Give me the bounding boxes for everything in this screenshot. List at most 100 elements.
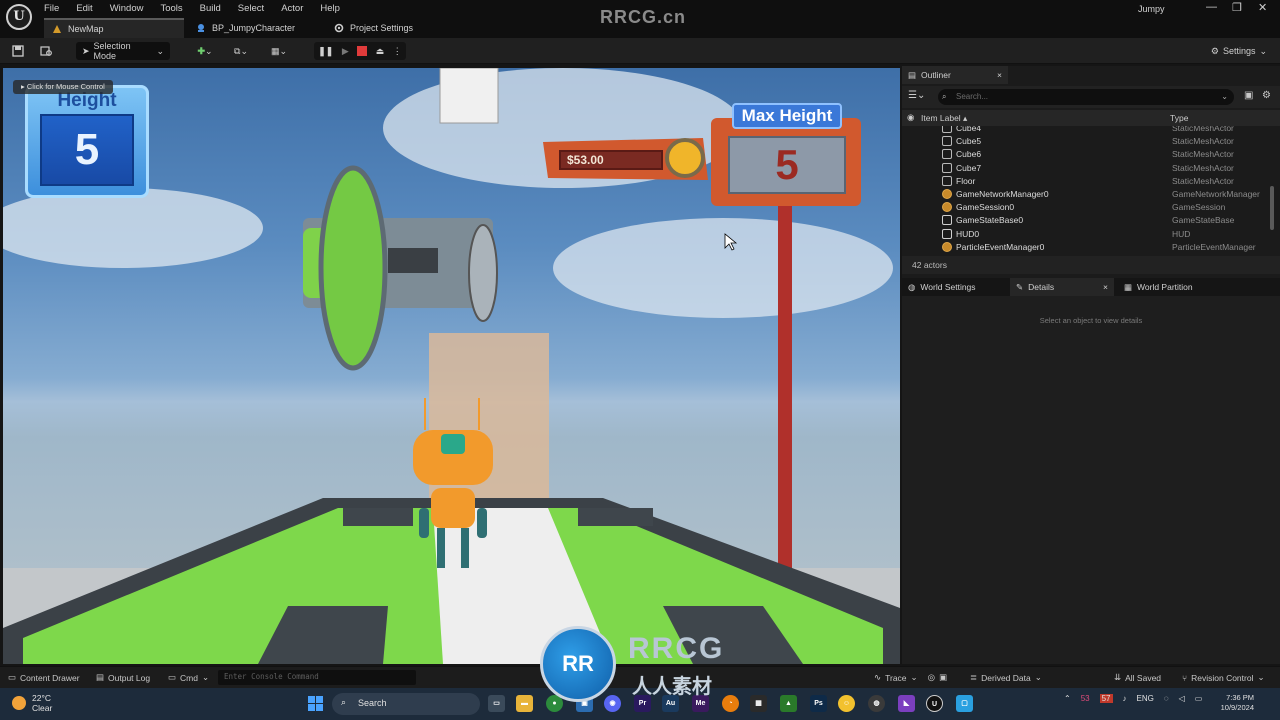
cloud <box>553 218 893 318</box>
step-icon[interactable]: ▶ <box>342 46 349 57</box>
task-view-icon[interactable]: ▭ <box>488 695 505 712</box>
revision-control-dropdown[interactable]: ⑂ Revision Control ⌄ <box>1182 672 1265 683</box>
github-icon[interactable]: ◍ <box>868 695 885 712</box>
close-button[interactable]: ✕ <box>1258 1 1267 14</box>
menu-window[interactable]: Window <box>110 2 153 16</box>
watermark-logo: RR RRCG 人人素材 <box>540 626 744 702</box>
volume-icon[interactable]: ◁ <box>1179 694 1185 703</box>
filter-icon[interactable]: ☰⌄ <box>908 90 925 101</box>
visibility-eye-icon[interactable]: ◉ <box>907 112 914 123</box>
weather-widget[interactable]: 22°C Clear <box>12 693 52 713</box>
outliner-list: Cube4 StaticMeshActor Cube5 StaticMeshActor… <box>902 126 1280 252</box>
screenshot-icon[interactable]: ▣ <box>939 672 947 683</box>
tab-newmap[interactable]: NewMap <box>44 18 184 38</box>
microphone-icon[interactable]: ♪ <box>1123 694 1127 703</box>
close-icon[interactable]: × <box>1103 282 1108 292</box>
outliner-row-label: Cube5 <box>956 136 982 147</box>
chevron-up-icon[interactable]: ⌃ <box>1064 694 1071 703</box>
taskbar-clock[interactable]: 7:36 PM 10/9/2024 <box>1212 693 1254 713</box>
menu-actor[interactable]: Actor <box>281 2 312 16</box>
menu-build[interactable]: Build <box>200 2 230 16</box>
outliner-row-type: HUD <box>1172 228 1191 239</box>
column-type[interactable]: Type <box>1170 113 1188 123</box>
app-icon[interactable]: ▢ <box>956 695 973 712</box>
gear-icon[interactable]: ⚙ <box>1262 90 1271 101</box>
menu-edit[interactable]: Edit <box>76 2 101 16</box>
outliner-row-type: StaticMeshActor <box>1172 136 1234 147</box>
close-icon[interactable]: × <box>997 70 1002 80</box>
tab-bp-jumpycharacter[interactable]: BP_JumpyCharacter <box>188 18 323 38</box>
derived-data-dropdown[interactable]: ≣ Derived Data ⌄ <box>970 672 1042 683</box>
settings-button[interactable]: ⚙ Settings ⌄ <box>1208 42 1270 60</box>
outliner-search-input[interactable]: ⌕ Search... ⌄ <box>938 89 1234 105</box>
outliner-row[interactable]: GameStateBase0 GameStateBase <box>902 214 1272 227</box>
outliner-row[interactable]: Cube6 StaticMeshActor <box>902 148 1272 161</box>
column-item-label[interactable]: Item Label ▴ <box>921 113 967 124</box>
pause-icon[interactable]: ❚❚ <box>318 46 333 57</box>
outliner-row-label: GameStateBase0 <box>956 215 1024 226</box>
file-explorer-icon[interactable]: ▬ <box>516 695 533 712</box>
outliner-row[interactable]: Cube7 StaticMeshActor <box>902 162 1272 175</box>
outliner-row[interactable]: ParticleEventManager0 ParticleEventManage… <box>902 241 1272 252</box>
outliner-row[interactable]: Cube5 StaticMeshActor <box>902 135 1272 148</box>
minimize-button[interactable]: — <box>1206 1 1217 13</box>
tab-project-settings[interactable]: Project Settings <box>326 18 466 38</box>
selection-mode-dropdown[interactable]: ➤ Selection Mode ⌄ <box>76 41 170 61</box>
weather-temperature: 22°C <box>32 693 51 703</box>
unreal-logo-icon[interactable]: U <box>6 4 32 30</box>
restore-button[interactable]: ❐ <box>1232 1 1242 14</box>
save-button[interactable] <box>10 42 26 60</box>
outliner-row[interactable]: Cube4 StaticMeshActor <box>902 126 1272 135</box>
browse-button[interactable] <box>38 42 54 60</box>
menu-select[interactable]: Select <box>238 2 273 16</box>
mouse-control-hint[interactable]: ▸ Click for Mouse Control <box>13 80 113 94</box>
browse-icon <box>39 46 52 56</box>
clapper-icon[interactable]: ▦ <box>750 695 767 712</box>
trace-dropdown[interactable]: ∿ Trace ⌄ ◎ ▣ <box>874 672 947 683</box>
menu-tools[interactable]: Tools <box>160 2 191 16</box>
stop-icon[interactable] <box>357 46 368 56</box>
tray-badge-a[interactable]: 53 <box>1081 694 1090 703</box>
photoshop-icon[interactable]: Ps <box>810 695 827 712</box>
outliner-row[interactable]: HUD0 HUD <box>902 228 1272 241</box>
record-icon[interactable]: ◎ <box>928 672 935 683</box>
mesh-icon <box>942 126 952 133</box>
unreal-engine-icon[interactable]: U <box>926 695 943 712</box>
outliner-row-label: Cube4 <box>956 126 982 133</box>
ime-language[interactable]: ENG <box>1137 694 1154 703</box>
outliner-row[interactable]: GameNetworkManager0 GameNetworkManager <box>902 188 1272 201</box>
trace-label: Trace <box>885 672 907 683</box>
tray-badge-b[interactable]: 57 <box>1099 694 1113 703</box>
add-actor-button[interactable]: ✚ ⌄ <box>192 42 218 60</box>
height-hud-value: 5 <box>40 114 134 186</box>
battery-icon[interactable]: ▭ <box>1195 694 1203 703</box>
tab-details[interactable]: ✎ Details × <box>1010 278 1114 296</box>
content-drawer-button[interactable]: ▭ Content Drawer <box>8 672 80 683</box>
outliner-row[interactable]: GameSession0 GameSession <box>902 201 1272 214</box>
tab-world-partition[interactable]: ▦ World Partition <box>1118 278 1228 296</box>
menu-help[interactable]: Help <box>320 2 349 16</box>
lock-icon[interactable]: ▲ <box>780 695 797 712</box>
tab-world-settings[interactable]: ◍ World Settings <box>902 278 1006 296</box>
emoji-app-icon[interactable]: ☺ <box>838 695 855 712</box>
taskbar-search-input[interactable]: ⌕ Search <box>332 693 480 715</box>
add-folder-icon[interactable]: ▣ <box>1244 90 1253 101</box>
tab-outliner[interactable]: ▤ Outliner × <box>902 66 1008 84</box>
cmd-dropdown[interactable]: ▭ Cmd ⌄ <box>168 672 209 683</box>
network-icon[interactable]: ◌ <box>1164 694 1169 703</box>
visual-studio-icon[interactable]: ◣ <box>898 695 915 712</box>
revision-control-icon: ⑂ <box>1182 672 1188 683</box>
saved-icon: ⇊ <box>1114 672 1122 682</box>
more-options-icon[interactable]: ⋮ <box>393 46 402 57</box>
menu-file[interactable]: File <box>44 2 68 16</box>
mouse-control-hint-label: Click for Mouse Control <box>26 82 105 91</box>
console-command-input[interactable]: Enter Console Command <box>218 670 416 685</box>
outliner-scrollbar[interactable] <box>1270 186 1274 230</box>
level-viewport[interactable]: Height 5 ▸ Click for Mouse Control $53.0… <box>3 68 900 664</box>
output-log-button[interactable]: ▤ Output Log <box>96 672 150 683</box>
eject-icon[interactable]: ⏏ <box>376 46 385 57</box>
outliner-row[interactable]: Floor StaticMeshActor <box>902 175 1272 188</box>
blueprint-menu-button[interactable]: ⧉ ⌄ <box>228 42 254 60</box>
cinematics-button[interactable]: ▦ ⌄ <box>266 42 292 60</box>
all-saved-status[interactable]: ⇊ All Saved <box>1114 672 1161 683</box>
